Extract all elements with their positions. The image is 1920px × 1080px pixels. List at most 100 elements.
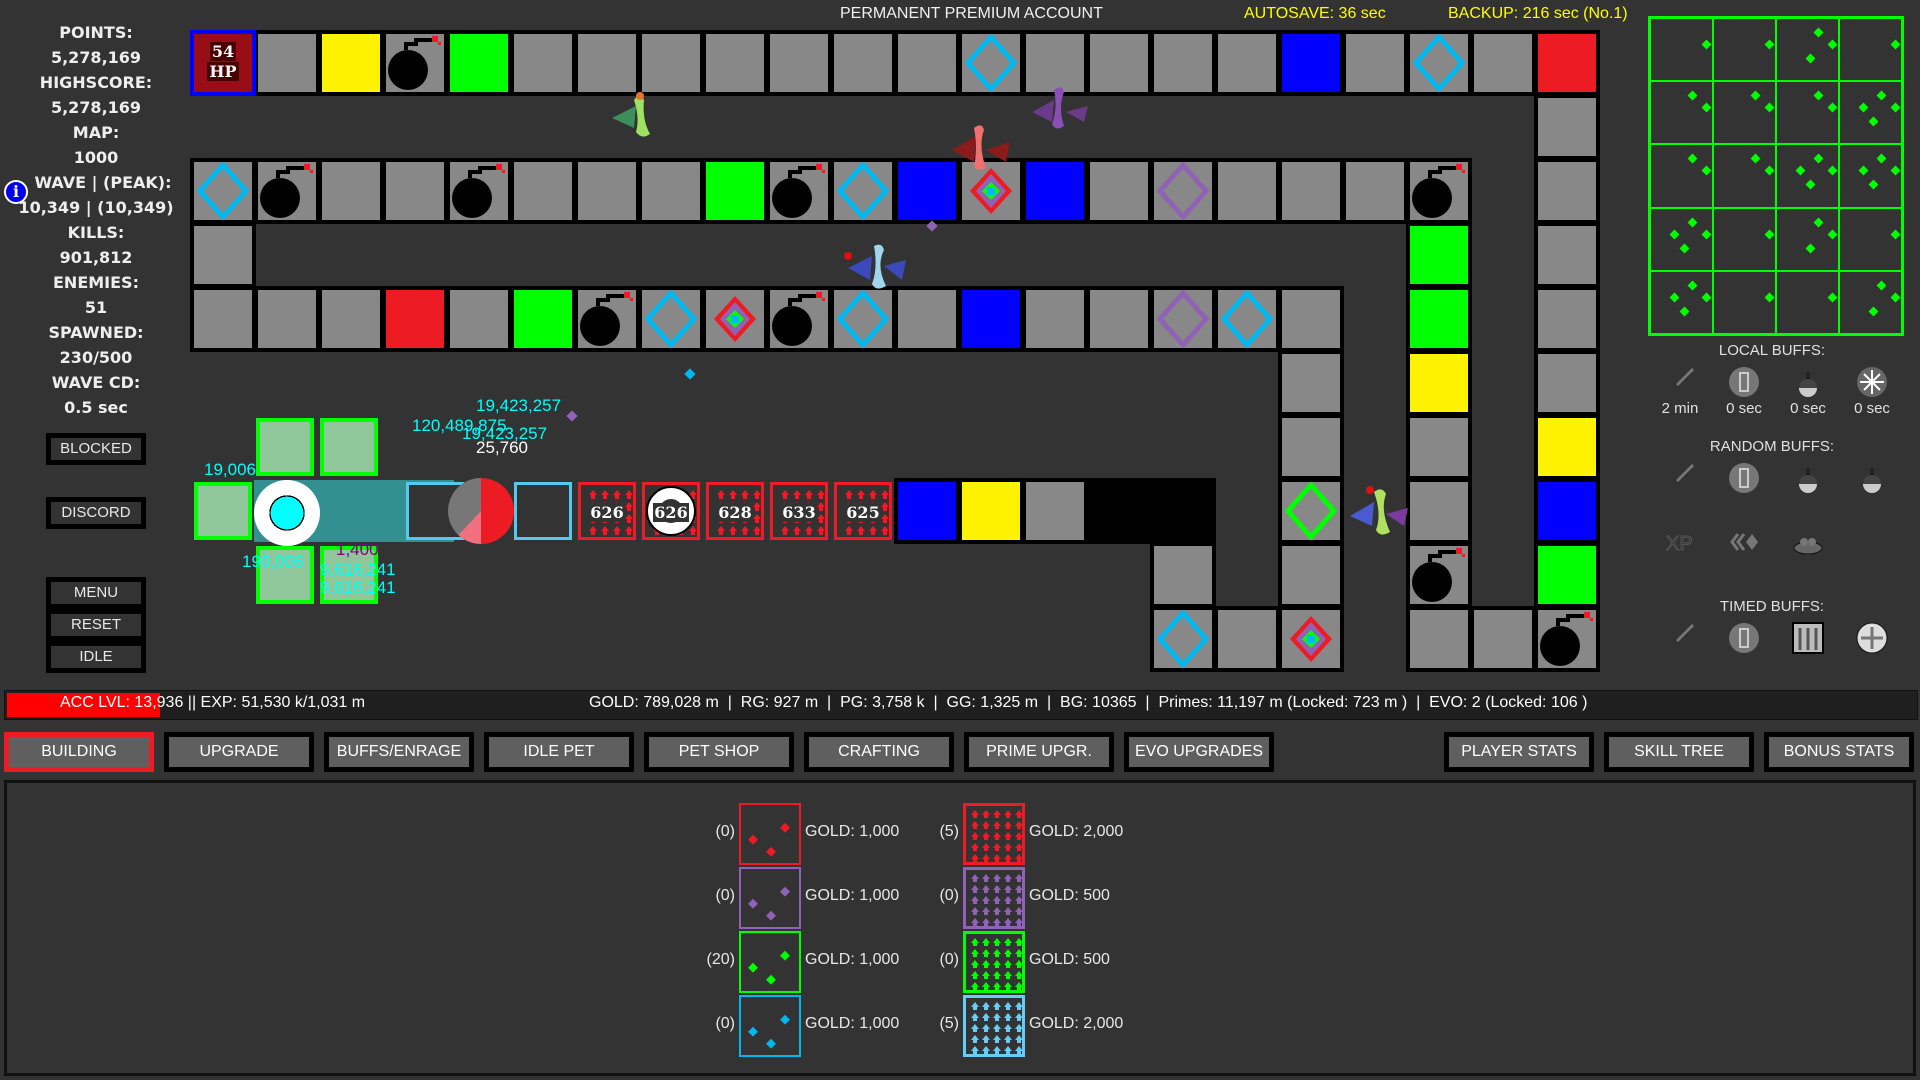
shop-upgrade-tile[interactable] — [963, 995, 1025, 1057]
map-tile-gray[interactable] — [1474, 34, 1532, 92]
map-tile-yellow[interactable] — [962, 482, 1020, 540]
map-tile-gray[interactable] — [1154, 546, 1212, 604]
map-tile-bomb[interactable] — [770, 162, 828, 220]
map-tile-gray[interactable] — [258, 34, 316, 92]
map-tile-yellow[interactable] — [1410, 354, 1468, 412]
map-tile-gray[interactable] — [642, 162, 700, 220]
map-tile-gray[interactable] — [1218, 34, 1276, 92]
map-tile-gray[interactable] — [1282, 162, 1340, 220]
map-tile-diamond-multi[interactable] — [1282, 610, 1340, 668]
buff-potion[interactable]: 0 sec — [1776, 366, 1840, 417]
map-tile-gray[interactable] — [514, 34, 572, 92]
map-tile-bomb[interactable] — [258, 162, 316, 220]
tab-bonus-stats[interactable]: BONUS STATS — [1764, 732, 1914, 772]
map-tile-gray[interactable] — [1346, 162, 1404, 220]
map-tile-gray[interactable] — [706, 34, 764, 92]
map-tile-gray[interactable] — [1538, 98, 1596, 156]
buff-sword[interactable]: 2 min — [1648, 366, 1712, 417]
map-tile-gray[interactable] — [1026, 482, 1084, 540]
map-tile-green[interactable] — [1410, 226, 1468, 284]
map-tile-bomb[interactable] — [450, 162, 508, 220]
dragon-enemy-multicolor[interactable] — [1346, 486, 1410, 548]
buff-arrows-up[interactable] — [1776, 622, 1840, 654]
map-tile-bomb[interactable] — [386, 34, 444, 92]
dragon-enemy-purple[interactable] — [1026, 82, 1090, 144]
shop-tower-tile[interactable] — [739, 803, 801, 865]
tab-evo-upgrades[interactable]: EVO UPGRADES — [1124, 732, 1274, 772]
map-tile-gray[interactable] — [578, 34, 636, 92]
map-tile-diamond-multi[interactable] — [706, 290, 764, 348]
map-tile-gray[interactable] — [1154, 34, 1212, 92]
map-tile-bomb[interactable] — [770, 290, 828, 348]
buff-potion[interactable] — [1776, 462, 1840, 494]
buff-xp[interactable]: XP — [1648, 526, 1712, 558]
buff-potion[interactable] — [1840, 462, 1904, 494]
buff-speed[interactable] — [1712, 526, 1776, 558]
tab-buffs-enrage[interactable]: BUFFS/ENRAGE — [324, 732, 474, 772]
dragon-enemy-red[interactable] — [948, 120, 1012, 182]
map-tile-diamond-cyan[interactable] — [194, 162, 252, 220]
map-tile-diamond-cyan[interactable] — [1154, 610, 1212, 668]
shop-upgrade-tile[interactable] — [963, 867, 1025, 929]
buff-sword[interactable] — [1648, 622, 1712, 654]
tab-player-stats[interactable]: PLAYER STATS — [1444, 732, 1594, 772]
map-tile-yellow[interactable] — [1538, 418, 1596, 476]
map-tile-gray[interactable] — [1218, 610, 1276, 668]
map-tile-gray[interactable] — [1538, 354, 1596, 412]
tower-tile[interactable]: 633 — [770, 482, 828, 540]
map-tile-diamond-cyan[interactable] — [642, 290, 700, 348]
map-tile-green[interactable] — [450, 34, 508, 92]
tab-idle-pet[interactable]: IDLE PET — [484, 732, 634, 772]
tab-crafting[interactable]: CRAFTING — [804, 732, 954, 772]
map-tile-gray[interactable] — [1538, 226, 1596, 284]
map-tile-blue[interactable] — [1282, 34, 1340, 92]
tab-skill-tree[interactable]: SKILL TREE — [1604, 732, 1754, 772]
map-tile-bomb[interactable] — [1410, 162, 1468, 220]
buff-move[interactable] — [1840, 622, 1904, 654]
tab-building[interactable]: BUILDING — [4, 732, 154, 772]
shop-upgrade-tile[interactable] — [963, 931, 1025, 993]
map-tile-green[interactable] — [1410, 290, 1468, 348]
shop-tower-tile[interactable] — [739, 995, 801, 1057]
map-tile-diamond-purple[interactable] — [1154, 290, 1212, 348]
map-tile-diamond-cyan[interactable] — [834, 162, 892, 220]
map-tile-green[interactable] — [514, 290, 572, 348]
map-tile-gray[interactable] — [1410, 418, 1468, 476]
map-tile-gray[interactable] — [1538, 162, 1596, 220]
shop-tower-tile[interactable] — [739, 931, 801, 993]
map-tile-gray[interactable] — [1090, 290, 1148, 348]
map-tile-green[interactable] — [1538, 546, 1596, 604]
map-tile-gray[interactable] — [1410, 482, 1468, 540]
map-tile-gray[interactable] — [1282, 546, 1340, 604]
map-tile-blue[interactable] — [962, 290, 1020, 348]
dragon-enemy-green[interactable] — [606, 88, 670, 150]
map-tile-gray[interactable] — [194, 226, 252, 284]
map-tile-bomb[interactable] — [578, 290, 636, 348]
shop-tower-tile[interactable] — [739, 867, 801, 929]
map-tile-gray[interactable] — [450, 290, 508, 348]
tower-tile[interactable]: 626 — [578, 482, 636, 540]
buff-snowflake[interactable]: 0 sec — [1840, 366, 1904, 417]
map-tile-gray[interactable] — [1474, 610, 1532, 668]
map-tile-diamond-green[interactable] — [1282, 482, 1340, 540]
map-tile-gray[interactable] — [1346, 34, 1404, 92]
base-hp-tile[interactable]: 54 HP — [190, 30, 256, 96]
map-tile-gray[interactable] — [514, 162, 572, 220]
map-tile-gray[interactable] — [1090, 162, 1148, 220]
tower-tile[interactable] — [514, 482, 572, 540]
map-tile-red[interactable] — [1538, 34, 1596, 92]
tab-upgrade[interactable]: UPGRADE — [164, 732, 314, 772]
map-tile-gray[interactable] — [386, 162, 444, 220]
map-tile-gray[interactable] — [194, 290, 252, 348]
map-tile-gray[interactable] — [258, 290, 316, 348]
buff-shield[interactable] — [1712, 622, 1776, 654]
tower-tile[interactable]: 628 — [706, 482, 764, 540]
map-tile-yellow[interactable] — [322, 34, 380, 92]
shop-upgrade-tile[interactable] — [963, 803, 1025, 865]
tab-pet-shop[interactable]: PET SHOP — [644, 732, 794, 772]
map-tile-bomb[interactable] — [1538, 610, 1596, 668]
map-tile-green[interactable] — [706, 162, 764, 220]
map-tile-gray[interactable] — [1282, 354, 1340, 412]
buff-shield[interactable] — [1712, 462, 1776, 494]
buff-sword[interactable] — [1648, 462, 1712, 494]
